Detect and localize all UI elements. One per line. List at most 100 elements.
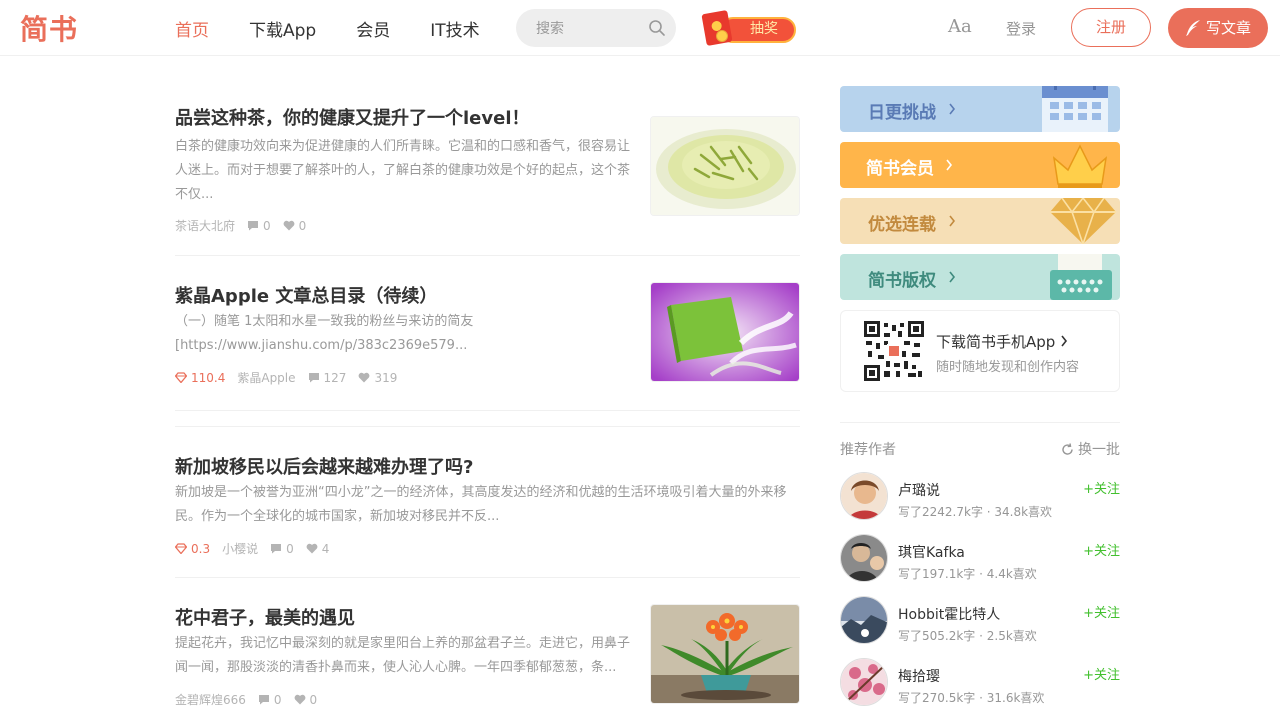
top-navbar: 简书 首页 下载App 会员 IT技术 抽奖 Aa 登录 注册 写文章 [0,0,1280,56]
comment-icon [271,544,282,554]
banner-premium-serial[interactable]: 优选连载 [840,198,1120,244]
author-name[interactable]: 紫晶Apple [237,369,295,386]
like-count: 0 [283,218,307,233]
register-button[interactable]: 注册 [1071,8,1151,47]
follow-button[interactable]: +关注 [1083,602,1120,621]
diamond-count: 0.3 [175,542,210,556]
banner-label: 日更挑战 [868,103,936,123]
divider [175,255,800,256]
banner-label: 简书会员 [866,159,934,179]
comment-icon [248,221,259,231]
feather-pen-icon [1186,20,1200,36]
article-abstract: 提起花卉，我记忆中最深刻的就是家里阳台上养的那盆君子兰。走进它，用鼻子闻一闻，那… [175,636,631,675]
avatar[interactable] [840,596,888,644]
write-article-button[interactable]: 写文章 [1168,8,1268,48]
search-input[interactable] [536,9,646,47]
article-item[interactable]: 品尝这种茶，你的健康又提升了一个level！ 白茶的健康功效向来为促进健康的人们… [175,104,800,254]
author-name[interactable]: 卢璐说 [898,480,940,500]
follow-button[interactable]: +关注 [1083,540,1120,559]
write-article-label: 写文章 [1206,19,1252,37]
diamond-icon [1050,198,1116,244]
nav-download-app[interactable]: 下载App [249,16,316,41]
article-title[interactable]: 花中君子，最美的遇见 [175,604,355,630]
author-name[interactable]: 茶语大北府 [175,217,235,234]
like-count-value: 0 [298,218,307,233]
comment-count-value: 0 [263,218,271,233]
banner-copyright[interactable]: 简书版权 [840,254,1120,300]
diamond-count-value: 110.4 [191,370,226,385]
author-row: 琪官Kafka 写了197.1k字 · 4.4k喜欢 +关注 [840,534,1120,582]
avatar[interactable] [840,534,888,582]
article-thumbnail[interactable] [650,604,800,704]
follow-button[interactable]: +关注 [1083,478,1120,497]
author-name[interactable]: 金碧辉煌666 [175,691,246,708]
refresh-authors-button[interactable]: 换一批 [1061,439,1120,459]
follow-button[interactable]: +关注 [1083,664,1120,683]
author-row: 卢璐说 写了2242.7k字 · 34.8k喜欢 +关注 [840,472,1120,520]
heart-icon [294,694,305,705]
article-title[interactable]: 紫晶Apple 文章总目录（待续） [175,282,437,308]
article-thumbnail[interactable] [650,282,800,382]
heart-icon [359,372,370,383]
article-title[interactable]: 新加坡移民以后会越来越难办理了吗? [175,453,473,479]
like-count-value: 0 [309,692,318,707]
comment-icon [258,695,269,705]
banner-label: 简书版权 [868,271,936,291]
comment-count[interactable]: 0 [258,693,282,707]
banner-daily-challenge[interactable]: 日更挑战 [840,86,1120,132]
divider [175,577,800,578]
main-nav: 首页 下载App 会员 IT技术 [175,0,520,56]
author-stats: 写了505.2k字 · 2.5k喜欢 [898,629,1037,643]
download-app-subtitle: 随时随地发现和创作内容 [936,360,1080,375]
font-size-toggle[interactable]: Aa [948,16,972,37]
chevron-right-icon [949,271,956,283]
search-icon[interactable] [648,19,666,37]
article-meta: 金碧辉煌666 0 0 [175,691,329,708]
lottery-button[interactable]: 抽奖 [701,9,796,47]
avatar[interactable] [840,472,888,520]
nav-membership[interactable]: 会员 [356,16,390,41]
crown-icon [1052,144,1108,188]
red-envelope-icon [701,9,733,47]
download-app-title[interactable]: 下载简书手机App [936,331,1055,352]
author-name[interactable]: 梅拾璎 [898,666,940,686]
nav-home[interactable]: 首页 [175,16,209,41]
comment-count[interactable]: 0 [247,219,271,233]
recommended-authors-header: 推荐作者 换一批 [840,422,1120,458]
comment-count-value: 0 [286,541,294,556]
book-lily-image [651,283,799,381]
diamond-count-value: 0.3 [191,541,211,556]
article-meta: 茶语大北府 0 0 [175,217,318,234]
tea-cup-image [651,117,799,215]
comment-count-value: 0 [273,692,282,707]
author-name[interactable]: Hobbit霍比特人 [898,604,1000,624]
author-name[interactable]: 琪官Kafka [898,542,965,562]
chevron-right-icon [949,215,956,227]
login-link[interactable]: 登录 [1006,18,1036,39]
coin-icon [716,30,728,42]
like-count: 319 [358,371,397,385]
comment-count[interactable]: 0 [270,542,294,556]
comment-icon [308,373,319,383]
article-item[interactable]: 花中君子，最美的遇见 提起花卉，我记忆中最深刻的就是家里阳台上养的那盆君子兰。走… [175,604,800,724]
author-name[interactable]: 小樱说 [222,540,258,557]
jianshu-logo[interactable]: 简书 [20,8,78,48]
typewriter-icon [1050,254,1112,300]
article-thumbnail[interactable] [650,116,800,216]
comment-count[interactable]: 127 [308,371,346,385]
nav-it-tech[interactable]: IT技术 [430,16,479,41]
like-count-value: 4 [321,541,330,556]
search-box [516,9,676,47]
article-abstract: （一）随笔 1太阳和水星一致我的粉丝与来访的简友 [https://www.ji… [175,314,474,353]
download-app-card[interactable]: 下载简书手机App 随时随地发现和创作内容 [840,310,1120,392]
avatar[interactable] [840,658,888,706]
article-title[interactable]: 品尝这种茶，你的健康又提升了一个level！ [175,104,530,130]
article-abstract: 新加坡是一个被誉为亚洲“四小龙”之一的经济体，其高度发达的经济和优越的生活环境吸… [175,485,787,524]
recommended-authors-title: 推荐作者 [840,442,896,458]
author-stats: 写了2242.7k字 · 34.8k喜欢 [898,505,1053,519]
divider [175,426,800,427]
banner-membership[interactable]: 简书会员 [840,142,1120,188]
article-item[interactable]: 新加坡移民以后会越来越难办理了吗? 新加坡是一个被誉为亚洲“四小龙”之一的经济体… [175,453,800,563]
calendar-icon [1042,86,1108,132]
lottery-label: 抽奖 [750,21,778,37]
